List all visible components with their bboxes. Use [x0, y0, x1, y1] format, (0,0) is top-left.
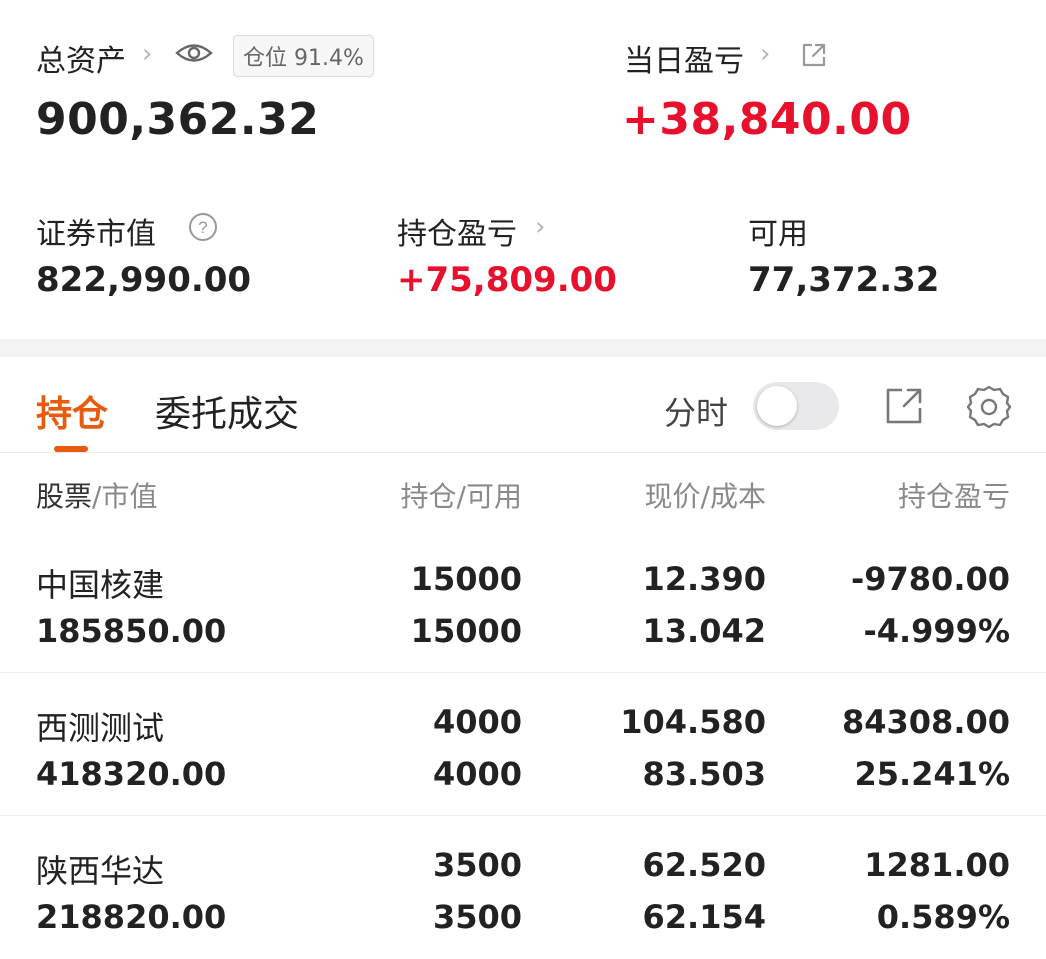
row-1-holding: 15000: [410, 560, 522, 598]
header-stock: 股票: [36, 480, 93, 513]
header-holding: 持仓: [400, 480, 457, 513]
header-sep: /: [700, 480, 710, 513]
row-2-price: 104.580: [620, 703, 766, 741]
row-1-price: 12.390: [642, 560, 766, 598]
row-divider: [0, 672, 1046, 673]
header-price-cost[interactable]: 现价/成本: [540, 475, 766, 515]
settings-gear-icon[interactable]: [966, 384, 1012, 430]
row-3-stock-name[interactable]: 陕西华达: [36, 846, 164, 892]
row-1-available: 15000: [410, 612, 522, 650]
tabs-divider: [0, 452, 1046, 453]
tab-holdings[interactable]: 持仓: [36, 385, 108, 437]
row-3-cost: 62.154: [642, 898, 766, 936]
row-1-cost: 13.042: [642, 612, 766, 650]
row-3-available: 3500: [432, 898, 522, 936]
market-value: 822,990.00: [36, 260, 252, 300]
row-1-market-value: 185850.00: [36, 612, 227, 650]
timeshare-toggle[interactable]: [753, 382, 839, 430]
market-value-label: 证券市值: [36, 217, 156, 252]
row-3-holding: 3500: [432, 846, 522, 884]
holding-pnl-label[interactable]: 持仓盈亏: [397, 209, 517, 253]
row-2-holding: 4000: [432, 703, 522, 741]
header-available: 可用: [465, 480, 522, 513]
svg-text:?: ?: [198, 218, 207, 237]
eye-icon[interactable]: [174, 38, 214, 68]
row-divider: [0, 815, 1046, 816]
row-3-market-value: 218820.00: [36, 898, 227, 936]
help-icon[interactable]: ?: [187, 211, 219, 243]
row-3-price: 62.520: [642, 846, 766, 884]
total-assets-label[interactable]: 总资产: [36, 36, 126, 80]
header-holding-available[interactable]: 持仓/可用: [300, 475, 522, 515]
row-1-pnl-pct: -4.999%: [863, 612, 1010, 650]
timeshare-label: 分时: [664, 394, 729, 432]
header-market-value: 市值: [101, 480, 158, 513]
daily-pnl-label[interactable]: 当日盈亏: [624, 36, 744, 80]
total-assets-chevron-icon[interactable]: ›: [142, 39, 152, 69]
daily-pnl-value: +38,840.00: [622, 94, 912, 145]
available-label: 可用: [748, 217, 808, 252]
row-2-market-value: 418320.00: [36, 755, 227, 793]
header-price: 现价: [644, 480, 701, 513]
total-assets-value: 900,362.32: [36, 94, 320, 145]
holding-pnl-value: +75,809.00: [397, 260, 617, 300]
position-ratio-badge: 仓位 91.4%: [233, 35, 374, 77]
section-divider: [0, 339, 1046, 357]
row-2-available: 4000: [432, 755, 522, 793]
header-stock-market-value[interactable]: 股票/市值: [36, 475, 157, 515]
toggle-knob: [757, 386, 797, 426]
header-holding-pnl[interactable]: 持仓盈亏: [800, 475, 1010, 515]
row-2-cost: 83.503: [642, 755, 766, 793]
row-3-pnl: 1281.00: [864, 846, 1010, 884]
daily-pnl-chevron-icon[interactable]: ›: [760, 39, 770, 69]
row-3-pnl-pct: 0.589%: [876, 898, 1010, 936]
header-cost: 成本: [709, 480, 766, 513]
header-sep: /: [456, 480, 466, 513]
export-icon[interactable]: [884, 386, 924, 426]
share-icon[interactable]: [800, 41, 828, 69]
holding-pnl-chevron-icon[interactable]: ›: [535, 212, 545, 242]
row-2-pnl: 84308.00: [841, 703, 1010, 741]
row-1-stock-name[interactable]: 中国核建: [36, 560, 164, 606]
available-value: 77,372.32: [748, 260, 940, 300]
row-2-pnl-pct: 25.241%: [854, 755, 1010, 793]
tab-orders-trades[interactable]: 委托成交: [155, 385, 299, 437]
row-1-pnl: -9780.00: [850, 560, 1010, 598]
row-2-stock-name[interactable]: 西测测试: [36, 703, 164, 749]
